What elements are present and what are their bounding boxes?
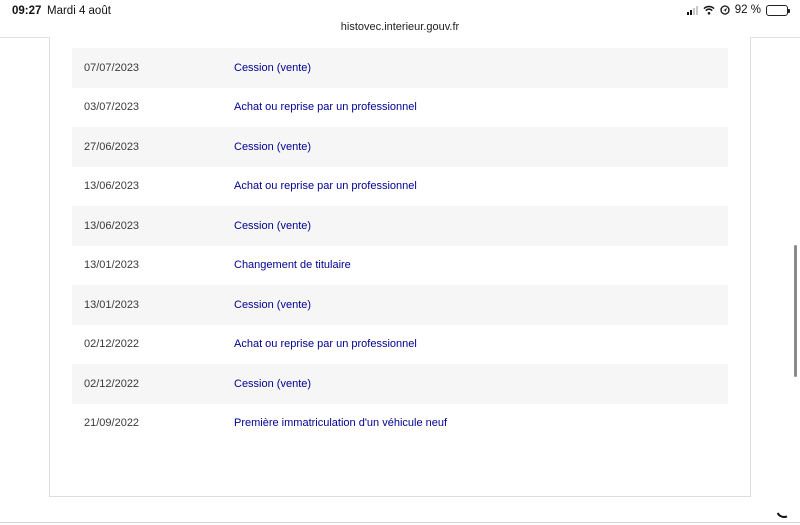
history-date: 02/12/2022 xyxy=(72,364,234,404)
history-date: 02/12/2022 xyxy=(84,338,140,351)
table-row: 13/01/2023 Changement de titulaire xyxy=(72,246,728,286)
wifi-icon xyxy=(703,5,715,15)
status-date: Mardi 4 août xyxy=(47,5,111,17)
table-row: 13/06/2023 Cession (vente) xyxy=(72,206,728,246)
table-row: 27/06/2023 Cession (vente) xyxy=(72,127,728,167)
history-event: Achat ou reprise par un professionnel xyxy=(234,338,417,351)
history-event: Achat ou reprise par un professionnel xyxy=(234,101,417,114)
history-event: Première immatriculation d'un véhicule n… xyxy=(234,417,448,430)
table-row: 21/09/2022 Première immatriculation d'un … xyxy=(72,404,728,444)
history-event: Cession (vente) xyxy=(234,364,728,404)
bottom-divider xyxy=(0,522,800,523)
table-row: 07/07/2023 Cession (vente) xyxy=(72,48,728,88)
history-date: 03/07/2023 xyxy=(84,101,140,114)
history-table: 07/07/2023 Cession (vente) 03/07/2023 Achat… xyxy=(72,48,728,443)
location-icon xyxy=(720,5,730,15)
history-date: 07/07/2023 xyxy=(72,48,234,88)
history-event: Changement de titulaire xyxy=(234,259,351,272)
history-event: Cession (vente) xyxy=(234,285,728,325)
history-date: 13/06/2023 xyxy=(84,180,140,193)
status-bar: 09:27 Mardi 4 août 92 % xyxy=(0,0,800,22)
history-date: 27/06/2023 xyxy=(72,127,234,167)
history-event: Cession (vente) xyxy=(234,127,728,167)
status-time: 09:27 xyxy=(12,5,42,17)
history-date: 13/06/2023 xyxy=(72,206,234,246)
signal-icon xyxy=(686,5,698,15)
address-bar[interactable]: histovec.interieur.gouv.fr xyxy=(0,21,800,33)
history-table-body: 07/07/2023 Cession (vente) 03/07/2023 Achat… xyxy=(72,48,728,443)
history-event: Cession (vente) xyxy=(234,48,728,88)
history-event: Achat ou reprise par un professionnel xyxy=(234,180,417,193)
table-row: 02/12/2022 Cession (vente) xyxy=(72,364,728,404)
table-row: 03/07/2023 Achat ou reprise par un profes… xyxy=(72,88,728,128)
battery-icon xyxy=(766,4,790,16)
scrollbar[interactable] xyxy=(794,245,797,377)
loading-spinner-icon xyxy=(773,499,795,521)
status-indicators: 92 % xyxy=(686,4,790,16)
history-date: 13/01/2023 xyxy=(72,285,234,325)
history-date: 13/01/2023 xyxy=(84,259,140,272)
table-row: 13/01/2023 Cession (vente) xyxy=(72,285,728,325)
battery-percentage: 92 % xyxy=(734,4,761,16)
table-row: 02/12/2022 Achat ou reprise par un profes… xyxy=(72,325,728,365)
history-date: 21/09/2022 xyxy=(84,417,140,430)
history-event: Cession (vente) xyxy=(234,206,728,246)
table-row: 13/06/2023 Achat ou reprise par un profes… xyxy=(72,167,728,207)
